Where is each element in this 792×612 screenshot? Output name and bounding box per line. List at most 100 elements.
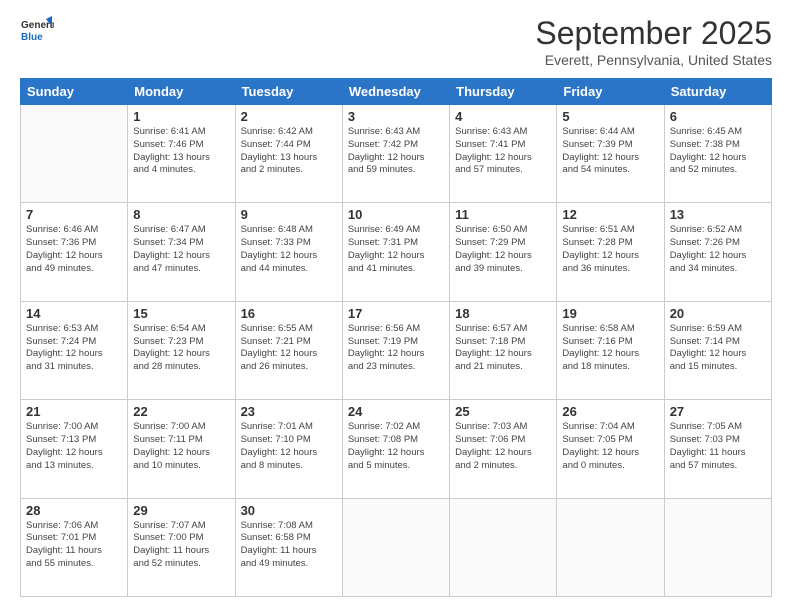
day-info: Sunrise: 6:52 AM Sunset: 7:26 PM Dayligh… xyxy=(670,224,766,275)
day-info: Sunrise: 6:41 AM Sunset: 7:46 PM Dayligh… xyxy=(133,126,229,177)
day-info: Sunrise: 7:01 AM Sunset: 7:10 PM Dayligh… xyxy=(241,421,337,472)
table-row xyxy=(450,498,557,596)
calendar-header-row: Sunday Monday Tuesday Wednesday Thursday… xyxy=(21,79,772,105)
table-row: 10 Sunrise: 6:49 AM Sunset: 7:31 PM Dayli… xyxy=(342,203,449,301)
day-number: 13 xyxy=(670,207,766,222)
page-header: General Blue September 2025 Everett, Pen… xyxy=(20,15,772,68)
day-info: Sunrise: 7:04 AM Sunset: 7:05 PM Dayligh… xyxy=(562,421,658,472)
day-number: 27 xyxy=(670,404,766,419)
day-number: 9 xyxy=(241,207,337,222)
title-section: September 2025 Everett, Pennsylvania, Un… xyxy=(535,15,772,68)
day-number: 17 xyxy=(348,306,444,321)
table-row: 2Sunrise: 6:42 AM Sunset: 7:44 PM Daylig… xyxy=(235,105,342,203)
table-row: 30Sunrise: 7:08 AM Sunset: 6:58 PM Dayli… xyxy=(235,498,342,596)
table-row: 24 Sunrise: 7:02 AM Sunset: 7:08 PM Dayli… xyxy=(342,400,449,498)
day-info: Sunrise: 7:00 AM Sunset: 7:13 PM Dayligh… xyxy=(26,421,122,472)
table-row: 23 Sunrise: 7:01 AM Sunset: 7:10 PM Dayli… xyxy=(235,400,342,498)
day-number: 19 xyxy=(562,306,658,321)
table-row: 16 Sunrise: 6:55 AM Sunset: 7:21 PM Dayli… xyxy=(235,301,342,399)
day-number: 23 xyxy=(241,404,337,419)
table-row: 17 Sunrise: 6:56 AM Sunset: 7:19 PM Dayli… xyxy=(342,301,449,399)
calendar-week-row: 14 Sunrise: 6:53 AM Sunset: 7:24 PM Dayli… xyxy=(21,301,772,399)
table-row: 3 Sunrise: 6:43 AM Sunset: 7:42 PM Daylig… xyxy=(342,105,449,203)
day-info: Sunrise: 7:03 AM Sunset: 7:06 PM Dayligh… xyxy=(455,421,551,472)
table-row: 5Sunrise: 6:44 AM Sunset: 7:39 PM Daylig… xyxy=(557,105,664,203)
day-number: 1 xyxy=(133,109,229,124)
day-info: Sunrise: 6:53 AM Sunset: 7:24 PM Dayligh… xyxy=(26,323,122,374)
day-info: Sunrise: 7:00 AM Sunset: 7:11 PM Dayligh… xyxy=(133,421,229,472)
day-number: 28 xyxy=(26,503,122,518)
day-info: Sunrise: 6:45 AM Sunset: 7:38 PM Dayligh… xyxy=(670,126,766,177)
day-info: Sunrise: 6:55 AM Sunset: 7:21 PM Dayligh… xyxy=(241,323,337,374)
table-row: 8 Sunrise: 6:47 AM Sunset: 7:34 PM Daylig… xyxy=(128,203,235,301)
table-row: 29Sunrise: 7:07 AM Sunset: 7:00 PM Dayli… xyxy=(128,498,235,596)
logo-icon: General Blue xyxy=(20,15,54,49)
day-info: Sunrise: 6:59 AM Sunset: 7:14 PM Dayligh… xyxy=(670,323,766,374)
table-row: 18 Sunrise: 6:57 AM Sunset: 7:18 PM Dayli… xyxy=(450,301,557,399)
day-info: Sunrise: 6:47 AM Sunset: 7:34 PM Dayligh… xyxy=(133,224,229,275)
day-number: 24 xyxy=(348,404,444,419)
calendar-week-row: 28 Sunrise: 7:06 AM Sunset: 7:01 PM Dayli… xyxy=(21,498,772,596)
day-number: 4 xyxy=(455,109,551,124)
logo: General Blue xyxy=(20,15,54,49)
table-row xyxy=(557,498,664,596)
table-row: 20 Sunrise: 6:59 AM Sunset: 7:14 PM Dayli… xyxy=(664,301,771,399)
calendar-week-row: 1 Sunrise: 6:41 AM Sunset: 7:46 PM Daylig… xyxy=(21,105,772,203)
day-number: 14 xyxy=(26,306,122,321)
table-row xyxy=(342,498,449,596)
day-number: 15 xyxy=(133,306,229,321)
day-info: Sunrise: 6:51 AM Sunset: 7:28 PM Dayligh… xyxy=(562,224,658,275)
day-info: Sunrise: 6:49 AM Sunset: 7:31 PM Dayligh… xyxy=(348,224,444,275)
table-row: 6Sunrise: 6:45 AM Sunset: 7:38 PM Daylig… xyxy=(664,105,771,203)
header-friday: Friday xyxy=(557,79,664,105)
day-info: Sunrise: 6:57 AM Sunset: 7:18 PM Dayligh… xyxy=(455,323,551,374)
table-row: 11 Sunrise: 6:50 AM Sunset: 7:29 PM Dayli… xyxy=(450,203,557,301)
table-row: 1 Sunrise: 6:41 AM Sunset: 7:46 PM Daylig… xyxy=(128,105,235,203)
day-info: Sunrise: 7:02 AM Sunset: 7:08 PM Dayligh… xyxy=(348,421,444,472)
table-row: 14 Sunrise: 6:53 AM Sunset: 7:24 PM Dayli… xyxy=(21,301,128,399)
calendar-week-row: 7Sunrise: 6:46 AM Sunset: 7:36 PM Daylig… xyxy=(21,203,772,301)
day-info: Sunrise: 6:42 AM Sunset: 7:44 PM Dayligh… xyxy=(241,126,337,177)
header-monday: Monday xyxy=(128,79,235,105)
day-number: 8 xyxy=(133,207,229,222)
header-tuesday: Tuesday xyxy=(235,79,342,105)
header-saturday: Saturday xyxy=(664,79,771,105)
day-number: 10 xyxy=(348,207,444,222)
table-row: 26 Sunrise: 7:04 AM Sunset: 7:05 PM Dayli… xyxy=(557,400,664,498)
day-info: Sunrise: 6:43 AM Sunset: 7:42 PM Dayligh… xyxy=(348,126,444,177)
table-row: 9 Sunrise: 6:48 AM Sunset: 7:33 PM Daylig… xyxy=(235,203,342,301)
table-row: 4Sunrise: 6:43 AM Sunset: 7:41 PM Daylig… xyxy=(450,105,557,203)
table-row: 25Sunrise: 7:03 AM Sunset: 7:06 PM Dayli… xyxy=(450,400,557,498)
day-info: Sunrise: 6:44 AM Sunset: 7:39 PM Dayligh… xyxy=(562,126,658,177)
calendar-week-row: 21 Sunrise: 7:00 AM Sunset: 7:13 PM Dayli… xyxy=(21,400,772,498)
day-info: Sunrise: 6:54 AM Sunset: 7:23 PM Dayligh… xyxy=(133,323,229,374)
day-info: Sunrise: 7:05 AM Sunset: 7:03 PM Dayligh… xyxy=(670,421,766,472)
svg-text:Blue: Blue xyxy=(21,32,43,43)
calendar-table: Sunday Monday Tuesday Wednesday Thursday… xyxy=(20,78,772,597)
day-number: 21 xyxy=(26,404,122,419)
day-number: 29 xyxy=(133,503,229,518)
day-number: 3 xyxy=(348,109,444,124)
table-row: 21 Sunrise: 7:00 AM Sunset: 7:13 PM Dayli… xyxy=(21,400,128,498)
table-row: 28 Sunrise: 7:06 AM Sunset: 7:01 PM Dayli… xyxy=(21,498,128,596)
header-thursday: Thursday xyxy=(450,79,557,105)
day-info: Sunrise: 6:48 AM Sunset: 7:33 PM Dayligh… xyxy=(241,224,337,275)
day-number: 20 xyxy=(670,306,766,321)
day-number: 12 xyxy=(562,207,658,222)
day-info: Sunrise: 7:08 AM Sunset: 6:58 PM Dayligh… xyxy=(241,520,337,571)
header-sunday: Sunday xyxy=(21,79,128,105)
table-row: 12 Sunrise: 6:51 AM Sunset: 7:28 PM Dayli… xyxy=(557,203,664,301)
day-number: 26 xyxy=(562,404,658,419)
day-info: Sunrise: 6:56 AM Sunset: 7:19 PM Dayligh… xyxy=(348,323,444,374)
day-number: 16 xyxy=(241,306,337,321)
page-subtitle: Everett, Pennsylvania, United States xyxy=(535,52,772,68)
day-number: 18 xyxy=(455,306,551,321)
header-wednesday: Wednesday xyxy=(342,79,449,105)
page-title: September 2025 xyxy=(535,15,772,52)
day-number: 7 xyxy=(26,207,122,222)
table-row: 27 Sunrise: 7:05 AM Sunset: 7:03 PM Dayli… xyxy=(664,400,771,498)
day-number: 22 xyxy=(133,404,229,419)
day-number: 11 xyxy=(455,207,551,222)
day-info: Sunrise: 7:06 AM Sunset: 7:01 PM Dayligh… xyxy=(26,520,122,571)
day-info: Sunrise: 6:50 AM Sunset: 7:29 PM Dayligh… xyxy=(455,224,551,275)
